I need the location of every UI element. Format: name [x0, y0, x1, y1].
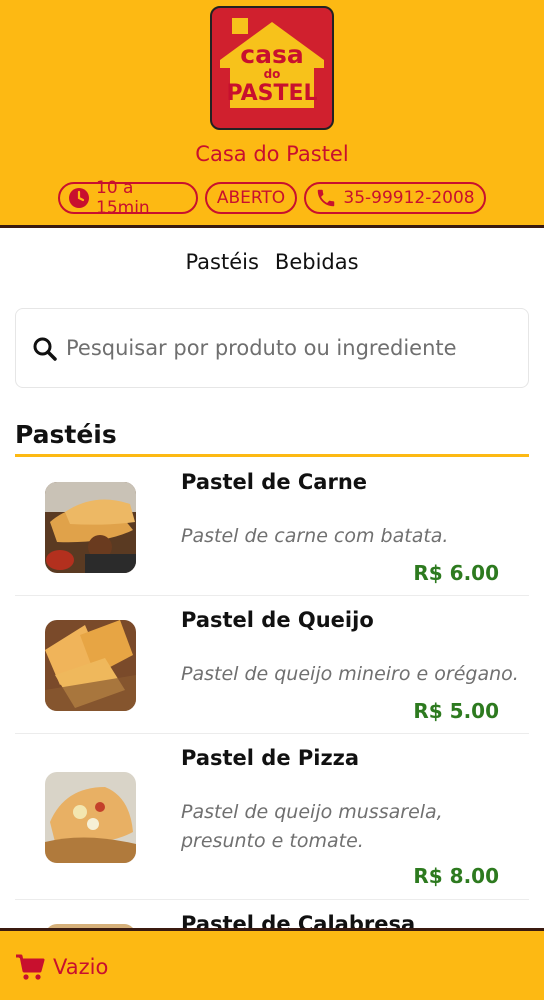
product-image-pizza	[45, 772, 136, 863]
product-item[interactable]: Pastel de Carne Pastel de carne com bata…	[15, 458, 529, 596]
app-header: casa do PASTEL Casa do Pastel 10 a 15min…	[0, 0, 544, 228]
section-divider	[15, 454, 529, 457]
delivery-time-badge: 10 a 15min	[58, 178, 198, 218]
clock-icon	[69, 188, 89, 208]
brand-name: Casa do Pastel	[195, 142, 349, 166]
phone-badge[interactable]: 35-99912-2008	[304, 182, 486, 214]
product-item[interactable]: Pastel de Pizza Pastel de queijo mussare…	[15, 734, 529, 900]
product-image-queijo	[45, 620, 136, 711]
tab-bebidas[interactable]: Bebidas	[275, 250, 359, 274]
brand-logo: casa do PASTEL	[210, 6, 334, 130]
product-description: Pastel de queijo mussarela, presunto e t…	[181, 801, 443, 852]
cart-label: Vazio	[53, 955, 109, 979]
product-item[interactable]: Pastel de Calabresa	[15, 900, 529, 928]
product-image-carne	[45, 482, 136, 573]
logo-text-top: casa	[240, 40, 303, 69]
product-list: Pastel de Carne Pastel de carne com bata…	[15, 458, 529, 928]
product-name: Pastel de Queijo	[181, 608, 374, 632]
phone-icon	[318, 189, 335, 207]
status-badge: ABERTO	[205, 182, 297, 214]
phone-text: 35-99912-2008	[343, 188, 475, 208]
product-item[interactable]: Pastel de Queijo Pastel de queijo mineir…	[15, 596, 529, 734]
search-input[interactable]	[66, 309, 516, 387]
cart-bar[interactable]: Vazio	[0, 928, 544, 1000]
category-tabs: Pastéis Bebidas	[0, 250, 544, 274]
cart-button[interactable]: Vazio	[15, 953, 108, 981]
product-description: Pastel de carne com batata.	[181, 525, 449, 547]
product-price: R$ 5.00	[413, 699, 499, 723]
status-text: ABERTO	[216, 188, 286, 208]
product-price: R$ 8.00	[413, 864, 499, 888]
product-description: Pastel de queijo mineiro e orégano.	[181, 663, 519, 685]
cart-icon	[16, 954, 45, 980]
product-name: Pastel de Pizza	[181, 746, 360, 770]
tab-pasteis[interactable]: Pastéis	[185, 250, 258, 274]
product-price: R$ 6.00	[413, 561, 499, 585]
search-icon	[33, 337, 57, 361]
section-title: Pastéis	[15, 420, 117, 449]
logo-house-graphic: casa do PASTEL	[220, 18, 324, 108]
product-name: Pastel de Carne	[181, 470, 368, 494]
search-box	[15, 308, 529, 388]
logo-text-mid: do	[264, 67, 281, 81]
logo-text-bottom: PASTEL	[226, 81, 317, 106]
product-name: Pastel de Calabresa	[181, 912, 416, 928]
delivery-time-text: 10 a 15min	[96, 178, 150, 218]
